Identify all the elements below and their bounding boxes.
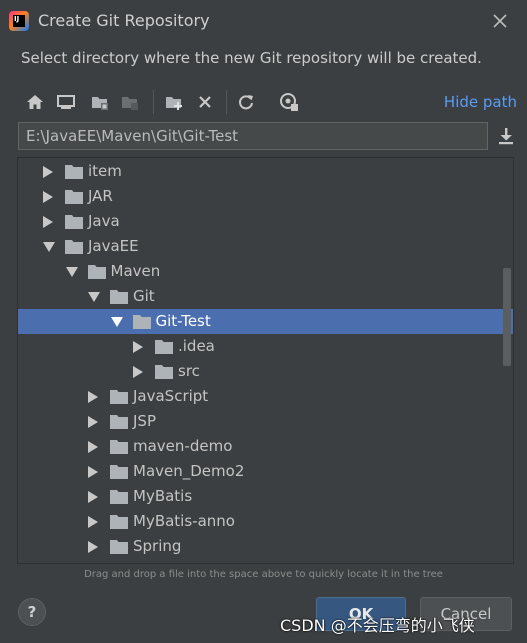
directory-tree[interactable]: item JAR Java JavaEE Maven Git Git-Test .idea sr… (17, 157, 514, 564)
tree-row[interactable]: JavaEE (18, 234, 513, 259)
tree-row-label: MyBatis (133, 487, 193, 505)
expanded-arrow-icon[interactable] (110, 317, 123, 327)
folder-icon (110, 490, 128, 504)
collapsed-arrow-icon[interactable] (43, 216, 53, 228)
tree-row[interactable]: JAR (18, 184, 513, 209)
collapsed-arrow-icon[interactable] (133, 366, 143, 378)
tree-row[interactable]: Spring (18, 534, 513, 559)
tree-row-label: .idea (178, 337, 215, 355)
tree-row-label: JavaScript (133, 387, 209, 405)
collapsed-arrow-icon[interactable] (43, 166, 53, 178)
delete-icon[interactable] (195, 92, 215, 112)
folder-icon (87, 265, 106, 279)
tree-row[interactable]: MyBatis-anno (18, 509, 513, 534)
tree-row-label: Maven_Demo2 (133, 462, 245, 480)
tree-row-label: JAR (88, 187, 113, 205)
dialog-description: Select directory where the new Git repos… (21, 49, 482, 67)
tree-row[interactable]: src (18, 359, 513, 384)
collapsed-arrow-icon[interactable] (88, 416, 98, 428)
tree-row[interactable]: maven-demo (18, 434, 513, 459)
refresh-icon[interactable] (236, 92, 256, 112)
toolbar-separator (226, 90, 227, 114)
collapsed-arrow-icon[interactable] (88, 541, 98, 553)
tree-row[interactable]: JSP (18, 409, 513, 434)
folder-icon (110, 290, 128, 304)
folder-icon (110, 390, 128, 404)
folder-icon (132, 315, 151, 329)
tree-row[interactable]: Git-Test (18, 309, 513, 334)
tree-row[interactable]: Maven_Demo2 (18, 459, 513, 484)
folder-icon (155, 340, 173, 354)
collapsed-arrow-icon[interactable] (88, 491, 98, 503)
collapsed-arrow-icon[interactable] (88, 391, 98, 403)
folder-icon (65, 215, 83, 229)
tree-row[interactable]: Java (18, 209, 513, 234)
folder-icon (110, 415, 128, 429)
tree-scrollbar[interactable] (503, 268, 511, 366)
tree-row[interactable]: .idea (18, 334, 513, 359)
file-chooser-toolbar: Hide path (17, 86, 517, 118)
close-icon[interactable] (490, 11, 510, 31)
path-input[interactable] (18, 122, 488, 150)
folder-icon (65, 190, 83, 204)
tree-row-label: item (88, 162, 122, 180)
home-icon[interactable] (25, 92, 45, 112)
intellij-logo-icon: IJ (9, 11, 29, 31)
folder-icon (110, 440, 128, 454)
tree-row-label: Git (133, 287, 155, 305)
collapsed-arrow-icon[interactable] (43, 191, 53, 203)
tree-row[interactable]: JavaScript (18, 384, 513, 409)
collapsed-arrow-icon[interactable] (88, 466, 98, 478)
dialog-title: Create Git Repository (38, 11, 210, 30)
new-folder-icon[interactable] (164, 92, 184, 112)
expanded-arrow-icon[interactable] (43, 242, 55, 252)
toolbar-separator (153, 90, 154, 114)
tree-row-label: MyBatis-anno (133, 512, 235, 530)
desktop-icon[interactable] (56, 92, 76, 112)
folder-icon (110, 540, 128, 554)
folder-icon (65, 240, 83, 254)
tree-row-label: JavaEE (88, 237, 139, 255)
module-folder-icon[interactable] (120, 92, 140, 112)
tree-row-label: JSP (133, 412, 156, 430)
watermark: CSDN @不会压弯的小飞侠 (280, 616, 475, 635)
expanded-arrow-icon[interactable] (65, 267, 78, 277)
collapsed-arrow-icon[interactable] (88, 516, 98, 528)
tree-row[interactable]: Git (18, 284, 513, 309)
collapsed-arrow-icon[interactable] (133, 341, 143, 353)
tree-row[interactable]: Maven (18, 259, 513, 284)
folder-icon (110, 465, 128, 479)
title-bar: IJ Create Git Repository (0, 0, 527, 42)
tree-row-label: Git-Test (155, 312, 211, 330)
tree-row-label: maven-demo (133, 437, 233, 455)
tree-row-label: Spring (133, 537, 182, 555)
project-folder-icon[interactable] (90, 92, 110, 112)
tree-row[interactable]: MyBatis (18, 484, 513, 509)
tree-row-label: src (178, 362, 200, 380)
folder-icon (65, 165, 83, 179)
download-icon[interactable] (494, 124, 518, 148)
expanded-arrow-icon[interactable] (88, 292, 100, 302)
show-hidden-icon[interactable] (279, 92, 299, 112)
drag-drop-hint: Drag and drop a file into the space abov… (84, 569, 443, 580)
folder-icon (155, 365, 173, 379)
collapsed-arrow-icon[interactable] (88, 441, 98, 453)
help-button[interactable]: ? (18, 598, 46, 626)
tree-row[interactable]: item (18, 159, 513, 184)
folder-icon (110, 515, 128, 529)
tree-row-label: Maven (110, 262, 161, 280)
hide-path-link[interactable]: Hide path (444, 93, 517, 111)
tree-row-label: Java (88, 212, 120, 230)
